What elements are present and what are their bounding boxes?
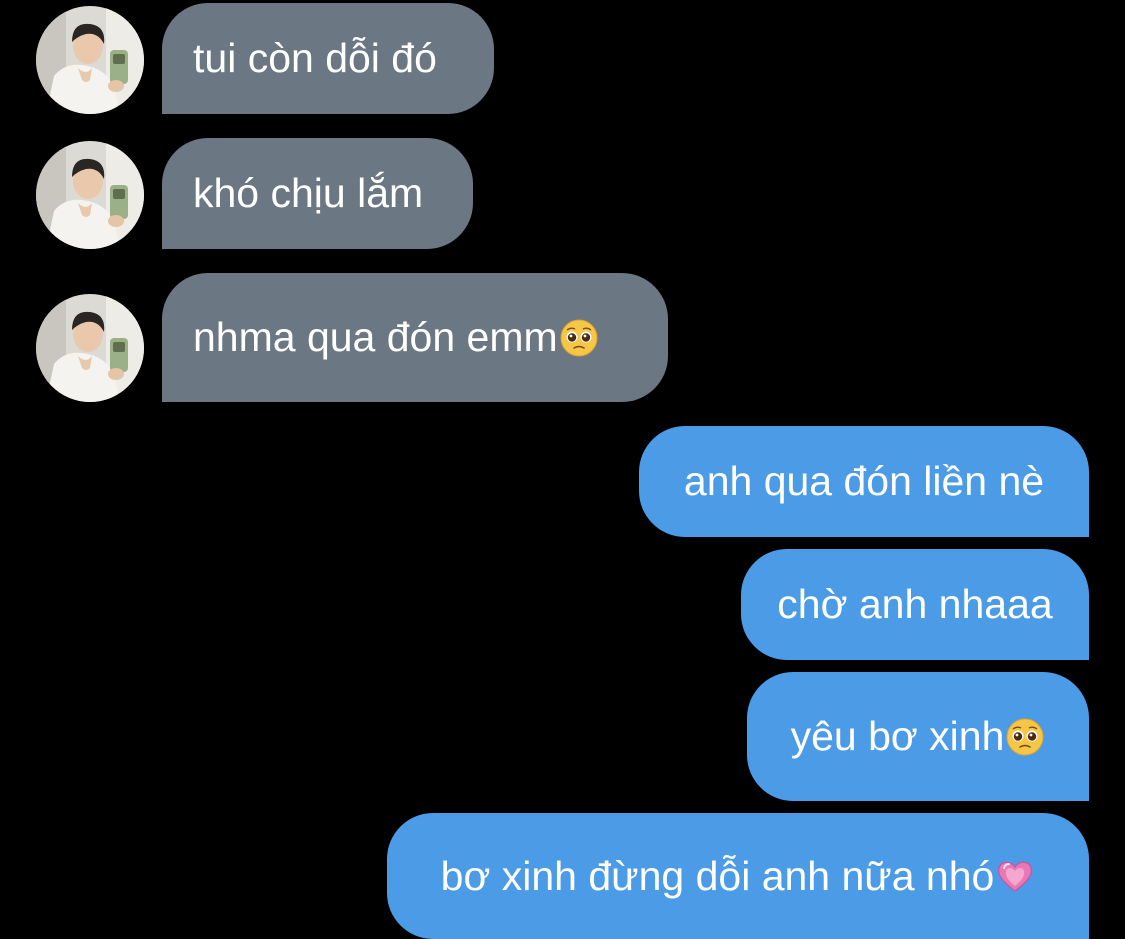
incoming-message-bubble[interactable]: nhma qua đón emm bbox=[162, 273, 668, 402]
message-text: chờ anh nhaaa bbox=[777, 581, 1053, 627]
pink-heart-icon bbox=[995, 856, 1035, 896]
pleading-face-icon bbox=[1005, 717, 1045, 757]
message-text: anh qua đón liền nè bbox=[683, 458, 1045, 504]
message-text: tui còn dỗi đó bbox=[193, 35, 437, 81]
chat-thread: tui còn dỗi đó khó chịu lắm nhma qua đón… bbox=[0, 0, 1125, 939]
outgoing-message-bubble[interactable]: anh qua đón liền nè bbox=[639, 426, 1089, 537]
contact-avatar[interactable] bbox=[36, 6, 144, 114]
incoming-message-bubble[interactable]: tui còn dỗi đó bbox=[162, 3, 494, 114]
incoming-message-bubble[interactable]: khó chịu lắm bbox=[162, 138, 473, 249]
outgoing-message-bubble[interactable]: chờ anh nhaaa bbox=[741, 549, 1089, 660]
message-text: nhma qua đón emm bbox=[193, 314, 558, 360]
message-text: khó chịu lắm bbox=[193, 170, 424, 216]
outgoing-message-bubble[interactable]: bơ xinh đừng dỗi anh nữa nhó bbox=[387, 813, 1089, 939]
message-text: yêu bơ xinh bbox=[790, 713, 1005, 759]
outgoing-message-bubble[interactable]: yêu bơ xinh bbox=[747, 672, 1089, 801]
contact-avatar[interactable] bbox=[36, 294, 144, 402]
pleading-face-icon bbox=[559, 318, 599, 358]
contact-avatar[interactable] bbox=[36, 141, 144, 249]
message-text: bơ xinh đừng dỗi anh nữa nhó bbox=[440, 852, 995, 899]
